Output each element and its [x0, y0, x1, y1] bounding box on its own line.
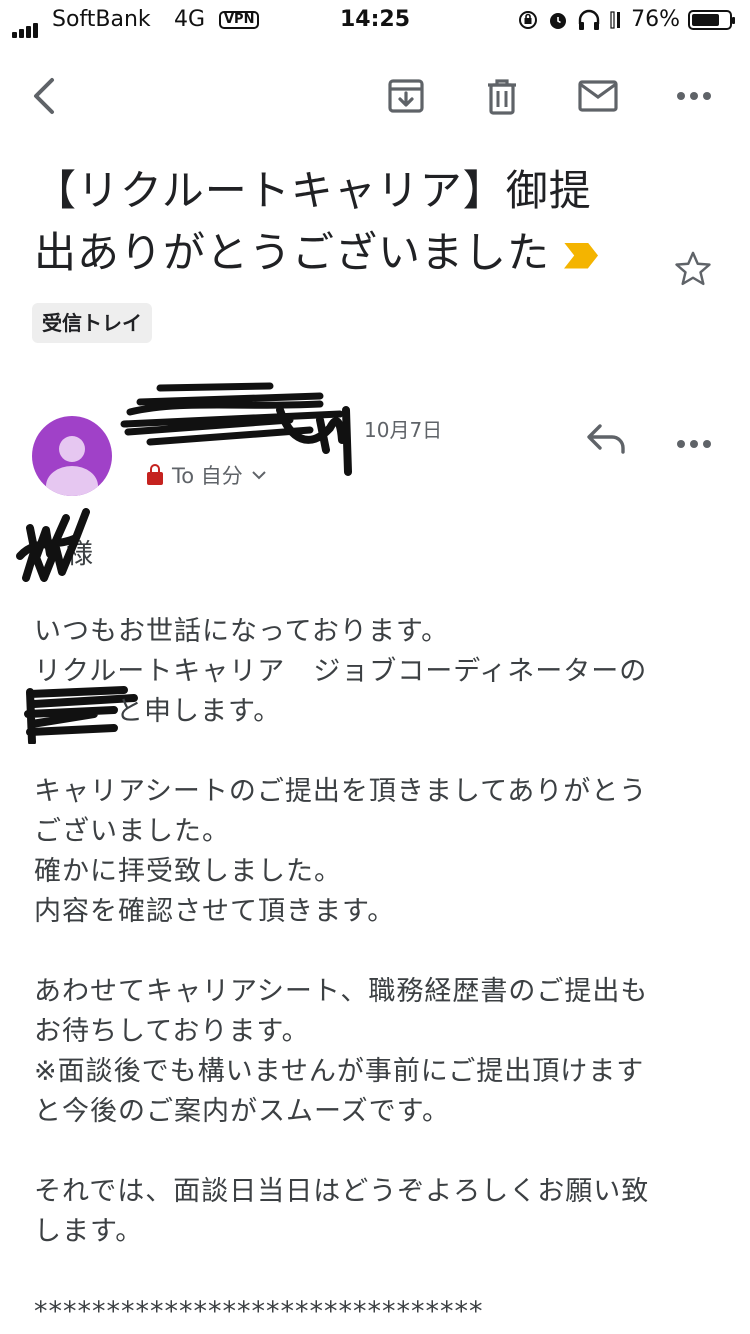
recipient-line[interactable]: To 自分 — [146, 460, 267, 490]
reply-icon — [587, 424, 625, 454]
body-line — [34, 1132, 724, 1172]
body-line: 確かに拝受致しました。 — [34, 856, 342, 887]
body-line: と申します。 — [116, 696, 282, 727]
body-line: キャリアシートのご提出を頂きましてありがとう — [34, 776, 648, 807]
redacted-recipient-name — [16, 508, 90, 582]
subject-line-1: 【リクルートキャリア】御提 — [34, 166, 592, 215]
email-subject: 【リクルートキャリア】御提 出ありがとうございました — [34, 160, 634, 284]
more-horizontal-icon — [677, 440, 711, 448]
chevron-down-icon — [252, 471, 266, 480]
mail-icon — [578, 80, 618, 112]
more-options-button[interactable] — [670, 72, 718, 120]
more-horizontal-icon — [677, 92, 711, 100]
importance-marker-icon[interactable] — [564, 242, 599, 269]
body-line — [34, 1252, 724, 1292]
body-line: します。 — [34, 1216, 144, 1247]
back-arrow-icon — [34, 78, 54, 114]
body-line: と今後のご案内がスムーズです。 — [34, 1096, 450, 1127]
body-line — [34, 732, 724, 772]
body-line: あわせてキャリアシート、職務経歴書のご提出も — [34, 976, 649, 1007]
body-line: いつもお世話になっております。 — [34, 616, 450, 647]
archive-button[interactable] — [382, 72, 430, 120]
alarm-icon — [550, 12, 567, 29]
body-line: リクルートキャリア ジョブコーディネーターの — [34, 656, 648, 687]
email-body: いつもお世話になっております。リクルートキャリア ジョブコーディネーターのと申し… — [34, 612, 724, 1332]
star-icon — [675, 251, 711, 286]
mark-unread-button[interactable] — [574, 72, 622, 120]
back-button[interactable] — [20, 72, 68, 120]
status-bar: SoftBank 4G VPN 14:25 76% — [0, 0, 750, 42]
reply-button[interactable] — [584, 420, 628, 460]
rotation-lock-icon — [519, 10, 538, 29]
battery-icon — [688, 9, 735, 30]
recipient-label: To 自分 — [172, 464, 243, 488]
email-date: 10月7日 — [364, 418, 443, 442]
body-line — [34, 932, 724, 972]
inbox-label-chip[interactable]: 受信トレイ — [32, 303, 152, 343]
bluetooth-bars-icon — [610, 10, 621, 29]
body-line: ございました。 — [34, 816, 230, 847]
subject-line-2: 出ありがとうございました — [34, 228, 551, 277]
battery-percent: 76% — [631, 7, 680, 32]
body-line: それでは、面談日当日はどうぞよろしくお願い致 — [34, 1176, 650, 1207]
message-more-button[interactable] — [676, 434, 712, 453]
body-line: お待ちしております。 — [34, 1016, 310, 1047]
trash-icon — [488, 79, 516, 115]
body-line: 内容を確認させて頂きます。 — [34, 896, 396, 927]
body-line: ******************************* — [34, 1296, 484, 1327]
sender-avatar[interactable] — [32, 416, 112, 496]
headphones-icon — [578, 9, 600, 30]
archive-icon — [388, 79, 424, 113]
body-line: ※面談後でも構いませんが事前にご提出頂けます — [34, 1056, 645, 1087]
star-button[interactable] — [672, 248, 714, 294]
delete-button[interactable] — [478, 72, 526, 120]
private-lock-icon — [147, 464, 163, 485]
